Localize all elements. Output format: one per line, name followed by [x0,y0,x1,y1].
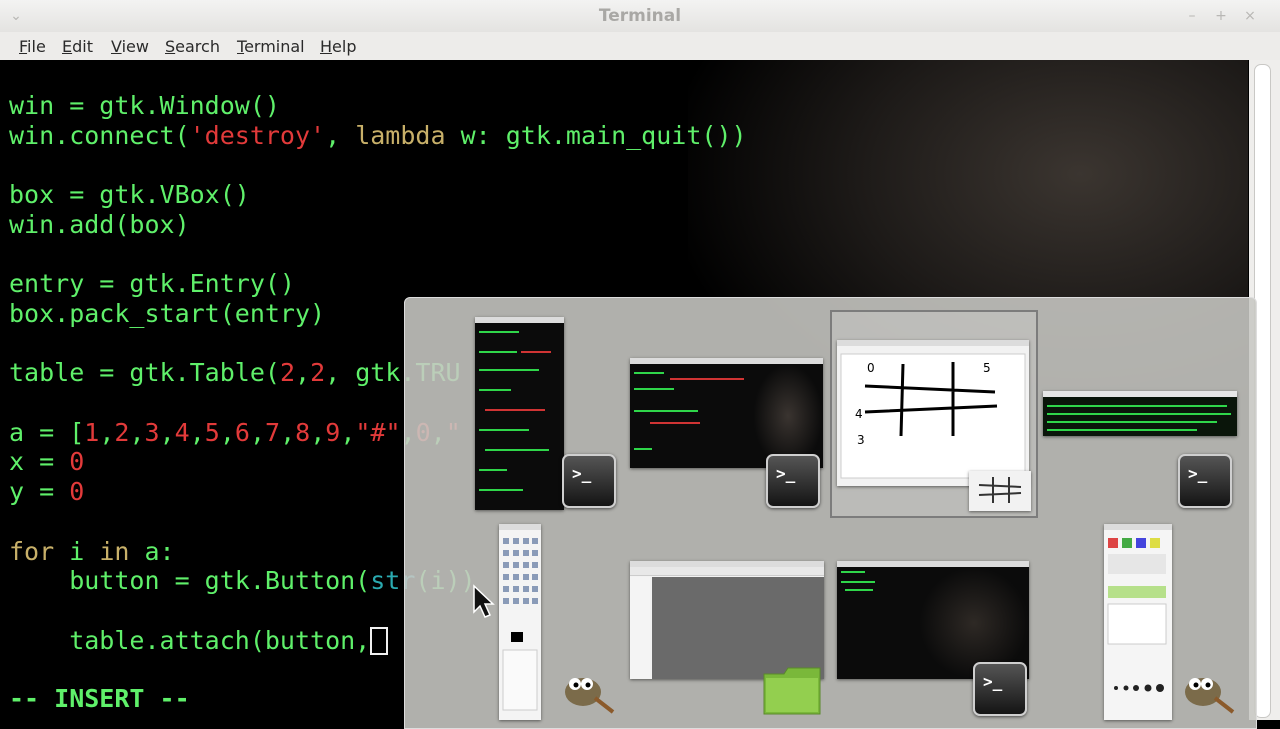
dock-contents [1107,538,1167,692]
switcher-window-gimp-dock[interactable] [1104,524,1172,720]
code-line: box.pack_start(entry) [9,298,326,328]
menu-file[interactable]: File [19,37,46,56]
code-line: win.connect('destroy', lambda w: gtk.mai… [9,120,747,150]
menu-terminal[interactable]: Terminal [237,37,305,56]
thumb-text-line [479,331,519,333]
text-cursor [370,626,389,655]
thumb-text-line [1047,405,1227,407]
switcher-window-gimp-preview[interactable] [969,471,1031,511]
svg-text:0: 0 [867,361,875,375]
thumb-text-line [1047,413,1231,415]
switcher-window-terminal-3[interactable] [1043,391,1237,436]
code-line: table.attach(button, [9,626,389,655]
folder-icon [762,666,824,720]
thumb-text-line [1047,429,1197,431]
gimp-icon [555,660,619,720]
terminal-icon: >_ [1178,454,1232,508]
thumb-text-line [479,351,517,353]
thumb-content-pane [652,577,824,679]
terminal-icon: >_ [562,454,616,508]
svg-text:3: 3 [857,433,865,447]
code-line: a = [1,2,3,4,5,6,7,8,9,"#",0," [9,417,461,447]
maximize-button[interactable]: + [1213,8,1229,24]
thumb-wallpaper [753,364,823,468]
minimize-button[interactable]: – [1184,8,1200,24]
window-menu-icon[interactable]: ⌄ [8,8,24,24]
terminal-icon: >_ [766,454,820,508]
switcher-window-gimp-image[interactable]: 0 5 4 3 [837,340,1029,486]
menu-help[interactable]: Help [320,37,356,56]
code-line: box = gtk.VBox() [9,180,250,210]
thumb-text-line [479,369,539,371]
thumb-text-line [841,581,875,583]
close-button[interactable]: × [1242,8,1258,24]
svg-text:5: 5 [983,361,991,375]
thumb-text-line [1047,421,1217,423]
thumb-text-line [479,389,511,391]
mouse-pointer-icon [473,584,495,618]
sketch-canvas: 0 5 4 3 [840,353,1026,479]
thumb-text-line [634,388,674,390]
sketch-preview [978,477,1022,503]
window-switcher: >_ >_ 0 5 4 3 >_ >_ [404,297,1257,729]
code-line: y = 0 [9,477,85,507]
thumb-text-line [634,410,698,412]
window-titlebar[interactable]: Terminal ⌄ – + × [0,0,1280,33]
switcher-window-terminal-1[interactable] [475,317,564,510]
thumb-toolbar [630,567,824,576]
thumb-text-line [670,378,744,380]
thumb-text-line [479,429,529,431]
thumb-text-line [841,571,865,573]
code-line: win.add(box) [9,209,190,239]
thumb-text-line [650,422,700,424]
thumb-text-line [479,469,507,471]
menu-edit[interactable]: Edit [62,37,93,56]
thumb-text-line [521,351,551,353]
switcher-window-terminal-2[interactable] [630,358,823,468]
code-line: for i in a: [9,536,175,566]
terminal-icon: >_ [973,662,1027,716]
code-line: entry = gtk.Entry() [9,269,295,299]
thumb-titlebar [1043,391,1237,397]
menu-bar: File Edit View Search Terminal Help [0,32,1280,60]
thumb-titlebar [475,317,564,323]
switcher-window-gimp-toolbox[interactable] [499,524,541,720]
thumb-text-line [485,449,549,451]
menu-search[interactable]: Search [165,37,220,56]
thumb-text-line [634,448,652,450]
menu-view[interactable]: View [111,37,149,56]
switcher-window-file-manager[interactable] [630,561,824,679]
svg-text:4: 4 [855,407,863,421]
vim-mode-indicator: -- INSERT -- [9,684,190,713]
thumb-sidebar [630,577,650,679]
window-title: Terminal [598,6,682,26]
code-line: win = gtk.Window() [9,91,280,120]
gimp-icon [1175,660,1239,720]
thumb-text-line [845,589,873,591]
thumb-text-line [485,409,545,411]
thumb-text-line [634,372,664,374]
toolbox-icons [502,538,538,711]
thumb-text-line [479,489,523,491]
code-line: x = 0 [9,447,85,477]
code-line: table = gtk.Table(2,2, gtk.TRU [9,358,461,388]
